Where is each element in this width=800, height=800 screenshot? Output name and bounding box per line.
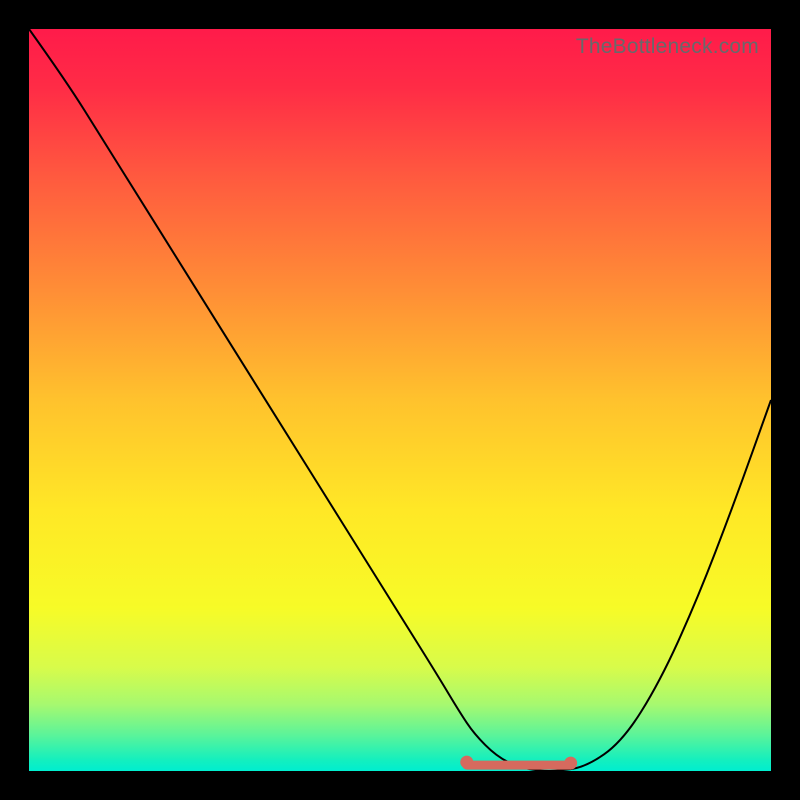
gradient-background: [29, 29, 771, 771]
chart-frame: TheBottleneck.com: [29, 29, 771, 771]
chart-svg: [29, 29, 771, 771]
watermark-text: TheBottleneck.com: [576, 35, 759, 59]
